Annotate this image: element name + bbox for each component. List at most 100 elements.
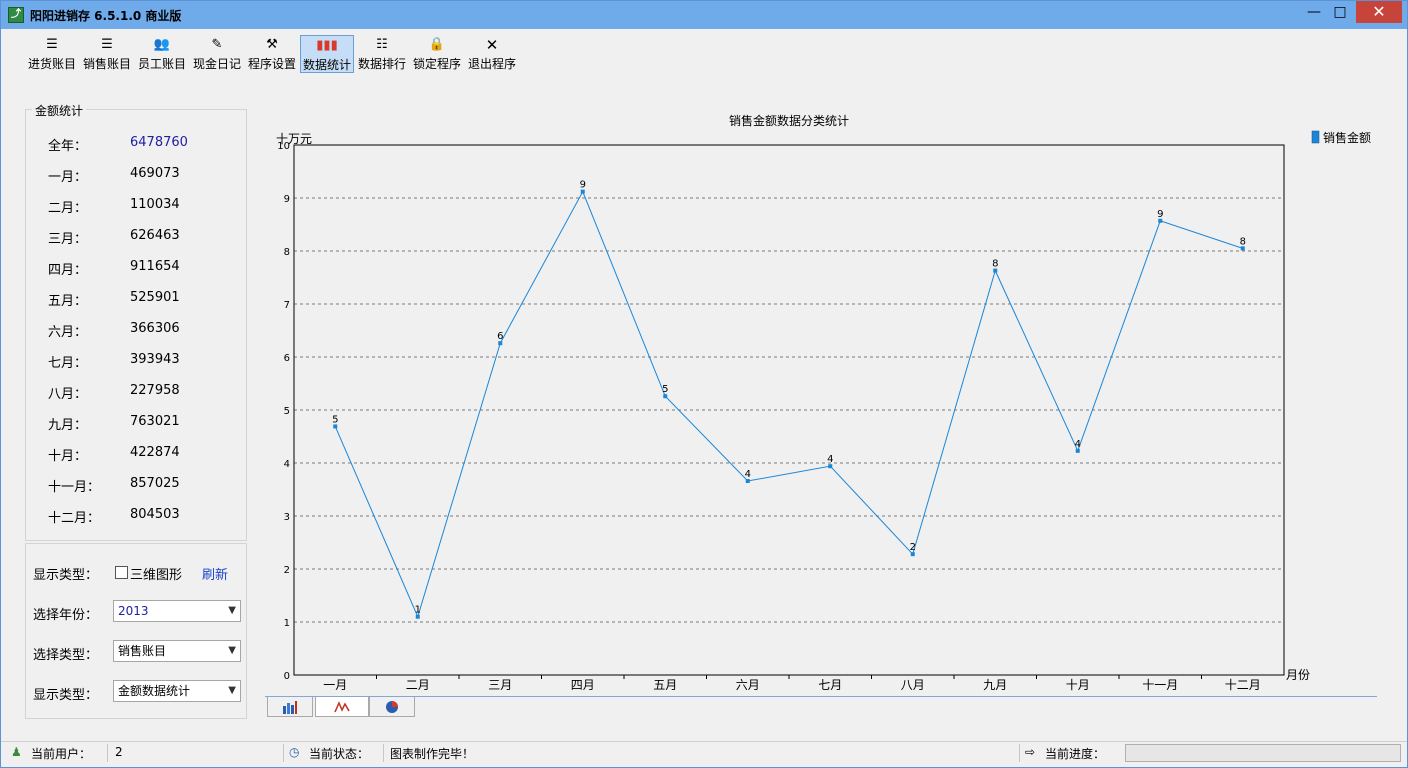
refresh-link[interactable]: 刷新	[202, 564, 228, 583]
chart-options-group: 显示类型： 三维图形 刷新 选择年份： 2013 ▼ 选择类型： 销售账目 ▼ …	[25, 543, 247, 719]
chart-type-tabs	[265, 696, 1377, 719]
data-label: 4	[745, 469, 751, 480]
data-label: 4	[827, 454, 833, 465]
main-toolbar: ☰ 进货账目 ☰ 销售账目 👥 员工账目 ✎ 现金日记 ⚒ 程序设置 ▮▮▮ 数…	[1, 29, 1407, 77]
stat-value: 763021	[130, 414, 180, 429]
toolbar-purchase-ledger-button[interactable]: ☰ 进货账目	[25, 35, 79, 73]
list-lines-icon: ☰	[46, 37, 58, 52]
toolbar-lock-button[interactable]: 🔒 锁定程序	[410, 35, 464, 73]
status-divider	[107, 744, 108, 762]
stat-label: 六月：	[48, 325, 88, 340]
maximize-button[interactable]: □	[1327, 1, 1353, 23]
x-axis-label: 月份	[1286, 668, 1310, 682]
stat-value: 469073	[130, 166, 180, 181]
toolbar-label: 数据统计	[302, 58, 351, 72]
stat-label: 三月：	[48, 232, 88, 247]
stat-value: 626463	[130, 228, 180, 243]
x-tick-label: 一月	[323, 678, 347, 691]
display-type-select[interactable]: 金额数据统计 ▼	[113, 680, 241, 702]
toolbar-statistics-button[interactable]: ▮▮▮ 数据统计	[300, 35, 354, 73]
data-label: 6	[497, 331, 503, 342]
y-tick-label: 3	[284, 512, 290, 523]
arrow-right-icon: ⇨	[1025, 745, 1036, 759]
close-button[interactable]: ✕	[1356, 1, 1402, 23]
x-tick-label: 七月	[818, 678, 842, 691]
x-tick-label: 十月	[1066, 678, 1090, 691]
stat-label: 七月：	[48, 356, 88, 371]
chevron-down-icon: ▼	[228, 685, 236, 696]
stat-value: 110034	[130, 197, 180, 212]
y-tick-label: 6	[284, 353, 290, 364]
stat-label: 四月：	[48, 263, 88, 278]
data-label: 2	[910, 542, 916, 553]
toolbar-settings-button[interactable]: ⚒ 程序设置	[245, 35, 299, 73]
display-type2-label: 显示类型：	[33, 688, 99, 703]
status-divider	[283, 744, 284, 762]
y-tick-label: 2	[284, 565, 290, 576]
data-label: 1	[415, 605, 421, 616]
stat-label: 十月：	[48, 449, 88, 464]
line-chart: 销售金额数据分类统计十万元月份012345678910一月 二月 三月 四月 五月 六月七…	[276, 113, 1371, 692]
tools-icon: ⚒	[266, 37, 278, 52]
toolbar-label: 数据排行	[357, 57, 406, 71]
stat-label: 一月：	[48, 170, 88, 185]
data-label: 8	[1240, 236, 1246, 247]
current-user-label: 当前用户：	[31, 747, 92, 761]
tab-line-chart[interactable]	[315, 697, 369, 717]
chart-title: 销售金额数据分类统计	[729, 113, 849, 128]
y-tick-label: 0	[284, 671, 290, 682]
line-chart-icon	[334, 701, 350, 713]
toolbar-cash-journal-button[interactable]: ✎ 现金日记	[190, 35, 244, 73]
amount-stats-title: 金额统计	[32, 102, 87, 119]
data-label: 9	[580, 180, 586, 191]
toolbar-label: 锁定程序	[412, 57, 461, 71]
toolbar-employee-ledger-button[interactable]: 👥 员工账目	[135, 35, 189, 73]
toolbar-sales-ledger-button[interactable]: ☰ 销售账目	[80, 35, 134, 73]
type-select[interactable]: 销售账目 ▼	[113, 640, 241, 662]
stat-value: 6478760	[130, 135, 188, 150]
stat-value: 227958	[130, 383, 180, 398]
user-icon: ♟	[11, 745, 22, 759]
stat-label: 全年：	[48, 139, 88, 154]
chevron-down-icon: ▼	[228, 645, 236, 656]
stat-value: 366306	[130, 321, 180, 336]
current-progress-label: 当前进度：	[1045, 747, 1106, 761]
x-tick-label: 五月	[653, 678, 677, 691]
stat-label: 十一月：	[48, 480, 101, 495]
data-label: 5	[332, 414, 338, 425]
bar-chart-icon	[283, 701, 297, 714]
list-lines-icon: ☰	[101, 37, 113, 52]
three-d-checkbox[interactable]	[115, 566, 128, 579]
stat-value: 525901	[130, 290, 180, 305]
minimize-button[interactable]: —	[1301, 1, 1327, 23]
ranking-list-icon: ☷	[376, 37, 388, 52]
toolbar-ranking-button[interactable]: ☷ 数据排行	[355, 35, 409, 73]
app-window: ⤴ 阳阳进销存 6.5.1.0 商业版 — □ ✕ ☰ 进货账目 ☰ 销售账目 …	[0, 0, 1408, 768]
stat-value: 857025	[130, 476, 180, 491]
x-tick-label: 二月	[406, 678, 430, 691]
toolbar-exit-button[interactable]: ✕ 退出程序	[465, 35, 519, 73]
three-d-label[interactable]: 三维图形	[130, 564, 182, 583]
stat-value: 393943	[130, 352, 180, 367]
close-x-icon: ✕	[485, 36, 499, 54]
stat-value: 804503	[130, 507, 180, 522]
y-tick-label: 5	[284, 406, 290, 417]
x-tick-label: 六月	[736, 678, 760, 691]
data-label: 4	[1075, 439, 1081, 450]
stat-value: 422874	[130, 445, 180, 460]
tab-bar-chart[interactable]	[267, 697, 313, 717]
x-tick-label: 九月	[983, 678, 1007, 691]
type-select-value: 销售账目	[118, 644, 167, 658]
toolbar-label: 进货账目	[27, 57, 76, 71]
toolbar-label: 现金日记	[192, 57, 241, 71]
title-bar: ⤴ 阳阳进销存 6.5.1.0 商业版 — □ ✕	[1, 1, 1407, 29]
chart-area: 销售金额数据分类统计 十万元 月份 0 1 2 3 4 5 6 7 8 9 10 一月 二月 三月 四月 五月 六月七…	[265, 107, 1385, 692]
progress-bar	[1125, 744, 1401, 762]
year-select[interactable]: 2013 ▼	[113, 600, 241, 622]
x-tick-label: 八月	[901, 678, 925, 691]
x-tick-label: 四月	[571, 678, 595, 691]
toolbar-label: 退出程序	[467, 57, 516, 71]
tab-pie-chart[interactable]	[369, 697, 415, 717]
year-label: 选择年份：	[33, 608, 99, 623]
stat-label: 五月：	[48, 294, 88, 309]
